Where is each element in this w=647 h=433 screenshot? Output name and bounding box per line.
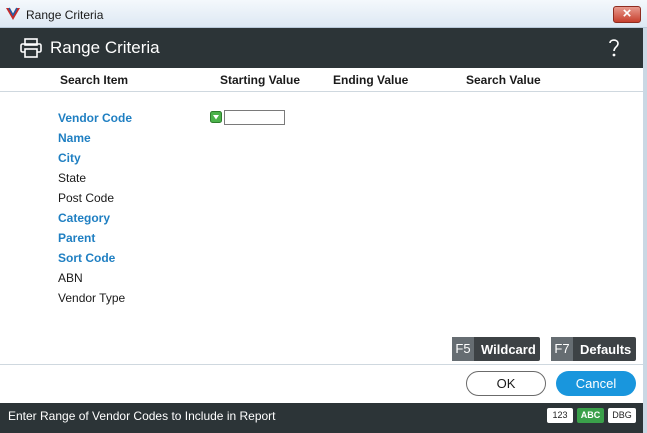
column-header-ending-value: Ending Value (333, 73, 409, 87)
footer-divider (0, 364, 647, 365)
wildcard-key: F5 (452, 337, 474, 361)
defaults-key: F7 (551, 337, 573, 361)
wildcard-label: Wildcard (481, 341, 536, 357)
help-icon[interactable] (607, 36, 621, 60)
status-bar: Enter Range of Vendor Codes to Include i… (0, 403, 647, 433)
search-item-category[interactable]: Category (58, 211, 110, 225)
search-item-post-code[interactable]: Post Code (58, 191, 114, 205)
column-headers: Search Item Starting Value Ending Value … (0, 68, 647, 92)
defaults-label: Defaults (580, 341, 632, 357)
status-text: Enter Range of Vendor Codes to Include i… (8, 409, 276, 423)
search-item-sort-code[interactable]: Sort Code (58, 251, 115, 265)
search-item-city[interactable]: City (58, 151, 81, 165)
search-item-name[interactable]: Name (58, 131, 91, 145)
debug-mode-badge[interactable]: DBG (608, 408, 636, 423)
printer-icon (20, 38, 42, 58)
column-header-search-value: Search Value (466, 73, 541, 87)
alpha-mode-badge[interactable]: ABC (577, 408, 604, 423)
window-title: Range Criteria (26, 8, 104, 22)
starting-value-input[interactable] (224, 110, 285, 125)
range-dropdown-icon[interactable] (210, 111, 222, 123)
app-logo-icon (6, 7, 20, 20)
search-item-abn[interactable]: ABN (58, 271, 83, 285)
numeric-mode-badge[interactable]: 123 (547, 408, 573, 423)
search-item-parent[interactable]: Parent (58, 231, 95, 245)
ok-button[interactable]: OK (466, 371, 546, 396)
defaults-button[interactable]: F7 Defaults (551, 337, 636, 361)
window-right-border (643, 28, 647, 433)
window-close-button[interactable]: × (613, 5, 641, 23)
page-title: Range Criteria (50, 38, 160, 57)
search-item-vendor-type[interactable]: Vendor Type (58, 291, 125, 305)
column-header-starting-value: Starting Value (220, 73, 301, 87)
wildcard-button[interactable]: F5 Wildcard (452, 337, 540, 361)
search-item-vendor-code[interactable]: Vendor Code (58, 111, 132, 125)
dialog-header: Range Criteria (0, 28, 647, 68)
column-header-search-item: Search Item (60, 73, 129, 87)
search-item-state[interactable]: State (58, 171, 86, 185)
cancel-button[interactable]: Cancel (556, 371, 636, 396)
window-title-bar: Range Criteria × (0, 0, 647, 28)
close-icon: × (622, 5, 632, 22)
